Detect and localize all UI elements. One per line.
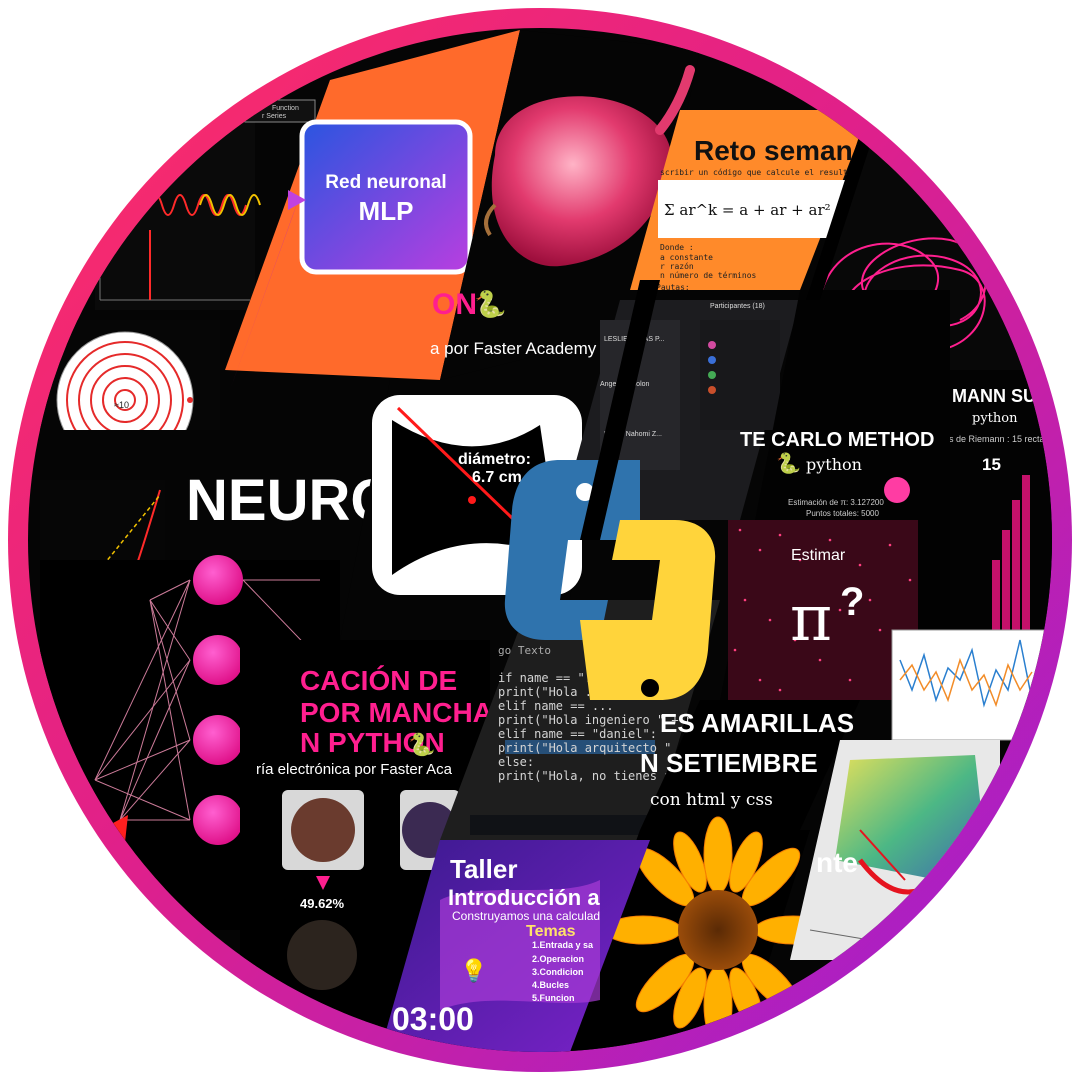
amarillas-line1: ES AMARILLAS (660, 708, 854, 738)
taller-item-1: 1.Entrada y sa (532, 940, 594, 950)
diameter-label: diámetro: (458, 451, 531, 468)
taller-item-3: 3.Condicion (532, 967, 584, 977)
manchas-line1: CACIÓN DE (300, 665, 457, 696)
question-mark-icon: ? (840, 580, 864, 624)
reto-item-n: n número de términos (660, 270, 757, 280)
pi-symbol: π (790, 582, 832, 656)
monte-carlo-estimar: Estimar (791, 547, 846, 564)
python-logo-icon: 🐍 (474, 289, 506, 319)
diameter-value: 6.7 cm (472, 469, 522, 486)
riemann-title: MANN SU (952, 386, 1036, 406)
onion-caption-sub: a por Faster Academy (430, 339, 597, 358)
amarillas-line2: N SETIEMBRE (640, 748, 818, 778)
reto-item-a: a constante (660, 253, 713, 262)
taller-item-4: 4.Bucles (532, 980, 569, 990)
network-node (193, 555, 243, 605)
code-header: go Texto (498, 644, 551, 657)
code-line-7: else: (498, 755, 534, 769)
plot-legend-2: r Series (262, 113, 287, 120)
spiral-center-label: ≈10 (114, 400, 129, 410)
network-node (193, 795, 243, 845)
manchas-line2: POR MANCHAS (300, 697, 512, 728)
python-logo-icon: 🐍 (408, 732, 435, 757)
taller-desc: Construyamos una calculad (452, 909, 600, 923)
riemann-brand: python (972, 411, 1018, 426)
taller-temas: Temas (526, 923, 576, 940)
riemann-sub: as de Riemann : 15 rectáng (944, 434, 1052, 444)
python-logo-icon: 🐍 (776, 451, 801, 475)
taller-timer: 03:00 (392, 1001, 474, 1037)
network-node (193, 635, 243, 685)
monte-carlo-estimate: Estimación de π: 3.127200 (788, 498, 884, 507)
taller-title: Taller (450, 854, 517, 884)
code-line-3: elif name == ... (498, 699, 614, 713)
reto-title: Reto seman (694, 135, 853, 166)
taller-subtitle: Introducción a (448, 885, 600, 910)
mlp-line1: Red neuronal (325, 172, 446, 193)
monte-carlo-title: TE CARLO METHOD (740, 429, 934, 451)
lightbulb-icon: 💡 (460, 958, 487, 983)
amarillas-sub: con html y css (650, 790, 773, 810)
taller-item-2: 2.Operacion (532, 954, 584, 964)
manchas-sub: ría electrónica por Faster Aca (256, 761, 453, 778)
riemann-count: 15 (982, 455, 1001, 474)
pendiente-word: nte (816, 847, 858, 878)
reto-item-r: r razón (660, 261, 694, 271)
reto-pautas: Pautas: (656, 283, 690, 292)
monte-carlo-points: Puntos totales: 5000 (806, 509, 879, 518)
line-chart-tile (891, 629, 1052, 741)
like-icon (884, 477, 910, 503)
plot-legend-1: Function (272, 105, 299, 112)
collage-disc: Function r Series ≈10 Red neuronal MLP O… (28, 28, 1052, 1052)
mlp-line2: MLP (359, 196, 414, 226)
code-line-5: elif name == "daniel": (498, 727, 657, 741)
taller-item-5: 5.Funcion (532, 993, 575, 1003)
monte-carlo-brand: python (806, 455, 862, 474)
meeting-participants: Participantes (18) (710, 303, 765, 310)
network-node (193, 715, 243, 765)
reto-donde: Donde : (660, 243, 694, 252)
onion-caption-word: ON (432, 288, 477, 321)
manchas-percent: 49.62% (300, 896, 345, 911)
